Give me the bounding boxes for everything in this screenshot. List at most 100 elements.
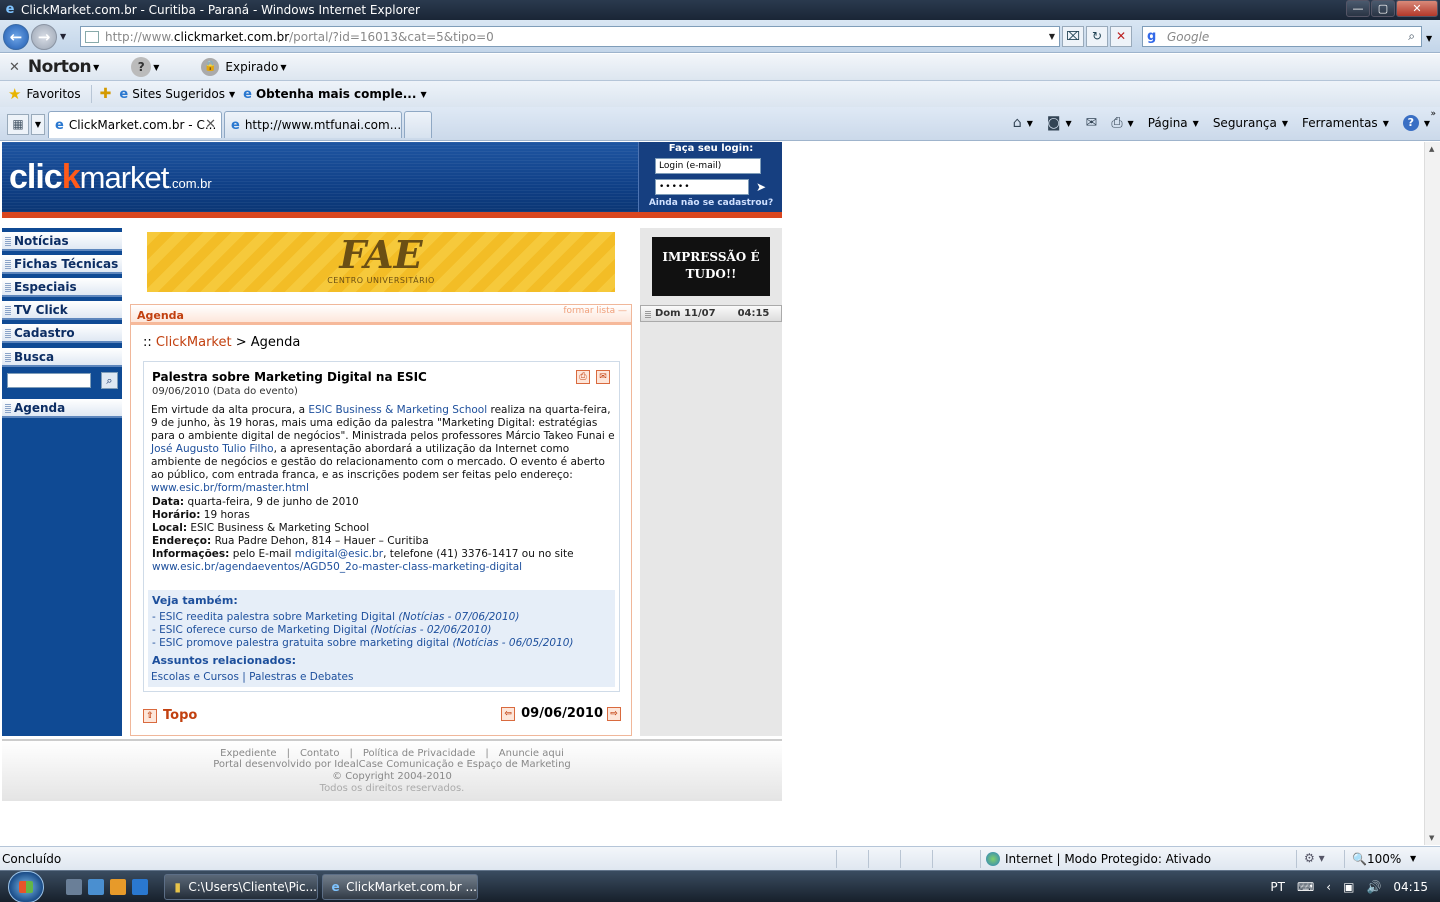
site-logo[interactable]: clickmarket.com.br bbox=[9, 158, 212, 197]
login-submit-arrow-icon[interactable]: ➤ bbox=[753, 179, 769, 195]
history-dropdown-icon[interactable]: ▼ bbox=[60, 32, 66, 41]
help-dropdown-icon[interactable]: ▼ bbox=[153, 63, 159, 72]
suggested-sites-link[interactable]: Sites Sugeridos bbox=[132, 87, 225, 101]
fae-banner[interactable]: FAE CENTRO UNIVERSITÁRIO bbox=[147, 232, 615, 292]
close-window-button[interactable]: ✕ bbox=[1396, 0, 1438, 17]
breadcrumb-home-link[interactable]: ClickMarket bbox=[156, 335, 232, 350]
zoom-dropdown-icon[interactable]: ▼ bbox=[1410, 854, 1416, 863]
back-button[interactable]: ← bbox=[3, 24, 29, 50]
related-news-item[interactable]: - ESIC reedita palestra sobre Marketing … bbox=[152, 611, 519, 623]
login-password-field[interactable]: ••••• bbox=[655, 179, 749, 195]
nav-item-cadastro[interactable]: Cadastro bbox=[2, 324, 122, 343]
footer-link-privacidade[interactable]: Política de Privacidade bbox=[363, 748, 476, 759]
new-tab-button[interactable] bbox=[404, 111, 432, 138]
event-url-link[interactable]: www.esic.br/agendaeventos/AGD50_2o-maste… bbox=[152, 561, 522, 573]
related-news-item[interactable]: - ESIC promove palestra gratuita sobre m… bbox=[152, 637, 574, 649]
get-more-addons-link[interactable]: Obtenha mais comple... bbox=[256, 87, 416, 101]
protected-mode-icon[interactable]: ⚙ ▾ bbox=[1304, 851, 1325, 865]
security-zone[interactable]: Internet | Modo Protegido: Ativado bbox=[986, 852, 1211, 866]
tab-mtfunai[interactable]: e http://www.mtfunai.com.... bbox=[224, 111, 402, 138]
scroll-down-icon[interactable]: ▼ bbox=[1429, 834, 1434, 842]
feeds-dropdown-icon[interactable]: ▼ bbox=[1065, 119, 1071, 128]
lock-icon[interactable]: 🔒 bbox=[201, 58, 220, 76]
close-tab-icon[interactable]: ✕ bbox=[205, 117, 216, 132]
related-news-item[interactable]: - ESIC oferece curso de Marketing Digita… bbox=[152, 624, 492, 636]
suggested-sites-dropdown-icon[interactable]: ▼ bbox=[229, 90, 235, 99]
quick-tabs-icon[interactable]: ▦ bbox=[7, 114, 29, 135]
get-more-dropdown-icon[interactable]: ▼ bbox=[420, 90, 426, 99]
network-icon[interactable]: ▣ bbox=[1343, 880, 1354, 894]
show-desktop-icon[interactable] bbox=[66, 879, 82, 895]
mail-icon[interactable]: ✉ bbox=[1086, 115, 1098, 131]
keyboard-icon[interactable]: ⌨ bbox=[1297, 880, 1314, 894]
stop-icon[interactable]: ✕ bbox=[1110, 26, 1132, 47]
start-button[interactable] bbox=[8, 871, 44, 902]
maximize-button[interactable]: ▢ bbox=[1371, 0, 1395, 17]
home-dropdown-icon[interactable]: ▼ bbox=[1027, 119, 1033, 128]
footer-link-anuncie[interactable]: Anuncie aqui bbox=[499, 748, 564, 759]
search-options-icon[interactable]: ▼ bbox=[1426, 34, 1432, 43]
favorites-button[interactable]: Favoritos bbox=[26, 87, 80, 101]
nav-item-agenda[interactable]: Agenda bbox=[2, 399, 122, 418]
compatibility-view-icon[interactable]: ⌧ bbox=[1062, 26, 1084, 47]
site-search-input[interactable] bbox=[7, 373, 91, 388]
security-menu[interactable]: Segurança bbox=[1213, 116, 1277, 130]
add-favorite-icon[interactable]: ✚ bbox=[100, 86, 112, 102]
scroll-up-icon[interactable]: ▲ bbox=[1429, 145, 1434, 153]
email-article-icon[interactable]: ✉ bbox=[596, 370, 610, 384]
vertical-scrollbar[interactable]: ▲ ▼ bbox=[1424, 142, 1440, 845]
close-toolbar-icon[interactable]: ✕ bbox=[9, 60, 20, 75]
address-input[interactable]: http://www. clickmarket.com.br/portal/?id… bbox=[80, 26, 1060, 47]
nav-item-especiais[interactable]: Especiais bbox=[2, 278, 122, 297]
norton-status[interactable]: Expirado bbox=[225, 60, 278, 74]
home-icon[interactable]: ⌂ bbox=[1013, 115, 1022, 131]
tools-menu-dropdown-icon[interactable]: ▼ bbox=[1383, 119, 1389, 128]
print-icon[interactable]: ⎙ bbox=[1111, 115, 1122, 131]
site-search-icon[interactable]: ⌕ bbox=[101, 372, 118, 389]
search-input[interactable]: g Google ⌕ bbox=[1142, 26, 1422, 47]
print-article-icon[interactable]: ⎙ bbox=[576, 370, 590, 384]
impressao-ad[interactable]: IMPRESSÃO É TUDO!! bbox=[652, 237, 770, 296]
refresh-icon[interactable]: ↻ bbox=[1086, 26, 1108, 47]
help-dropdown-icon[interactable]: ▼ bbox=[1424, 119, 1430, 128]
back-to-top-link[interactable]: ⇧ Topo bbox=[143, 708, 197, 723]
login-email-field[interactable]: Login (e-mail) bbox=[655, 158, 761, 174]
print-dropdown-icon[interactable]: ▼ bbox=[1128, 119, 1134, 128]
address-dropdown-icon[interactable]: ▼ bbox=[1049, 32, 1055, 41]
taskbar-ie-window[interactable]: e ClickMarket.com.br ... bbox=[322, 874, 478, 900]
tab-list-dropdown-icon[interactable]: ▼ bbox=[31, 114, 45, 135]
tab-clickmarket[interactable]: e ClickMarket.com.br - C... ✕ bbox=[48, 111, 222, 138]
media-player-icon[interactable] bbox=[110, 879, 126, 895]
switch-windows-icon[interactable] bbox=[88, 879, 104, 895]
norton-dropdown-icon[interactable]: ▼ bbox=[93, 63, 99, 72]
show-hidden-icons[interactable]: ‹ bbox=[1326, 880, 1331, 894]
status-dropdown-icon[interactable]: ▼ bbox=[280, 63, 286, 72]
formar-lista-link[interactable]: formar lista — bbox=[563, 306, 627, 316]
page-menu[interactable]: Página bbox=[1148, 116, 1188, 130]
taskbar-clock[interactable]: 04:15 bbox=[1393, 880, 1428, 894]
nav-item-fichas-tecnicas[interactable]: Fichas Técnicas bbox=[2, 255, 122, 274]
previous-date-icon[interactable]: ⇦ bbox=[501, 706, 516, 721]
footer-link-expediente[interactable]: Expediente bbox=[220, 748, 276, 759]
nav-item-noticias[interactable]: Notícias bbox=[2, 232, 122, 251]
subject-link[interactable]: Palestras e Debates bbox=[249, 671, 353, 683]
footer-link-contato[interactable]: Contato bbox=[300, 748, 340, 759]
norton-logo[interactable]: Norton bbox=[28, 57, 92, 77]
register-link[interactable]: Ainda não se cadastrou? bbox=[639, 198, 783, 208]
volume-icon[interactable]: 🔊 bbox=[1366, 880, 1381, 894]
esic-form-link[interactable]: www.esic.br/form/master.html bbox=[151, 482, 309, 494]
page-menu-dropdown-icon[interactable]: ▼ bbox=[1193, 119, 1199, 128]
search-icon[interactable]: ⌕ bbox=[1408, 29, 1415, 44]
toolbar-overflow-icon[interactable]: » bbox=[1430, 109, 1436, 119]
minimize-button[interactable]: — bbox=[1346, 0, 1370, 17]
jose-augusto-link[interactable]: José Augusto Tulio Filho bbox=[151, 443, 274, 455]
esic-link[interactable]: ESIC Business & Marketing School bbox=[308, 404, 487, 416]
taskbar-explorer-window[interactable]: ▮ C:\Users\Cliente\Pic... bbox=[164, 874, 318, 900]
nav-item-tv-click[interactable]: TV Click bbox=[2, 301, 122, 320]
zoom-level[interactable]: 🔍100% bbox=[1352, 852, 1401, 866]
subject-link[interactable]: Escolas e Cursos bbox=[151, 671, 239, 683]
feeds-icon[interactable]: ◙ bbox=[1047, 115, 1061, 131]
email-link[interactable]: mdigital@esic.br bbox=[295, 548, 383, 560]
help-icon[interactable]: ? bbox=[1402, 115, 1419, 131]
tools-menu[interactable]: Ferramentas bbox=[1302, 116, 1378, 130]
